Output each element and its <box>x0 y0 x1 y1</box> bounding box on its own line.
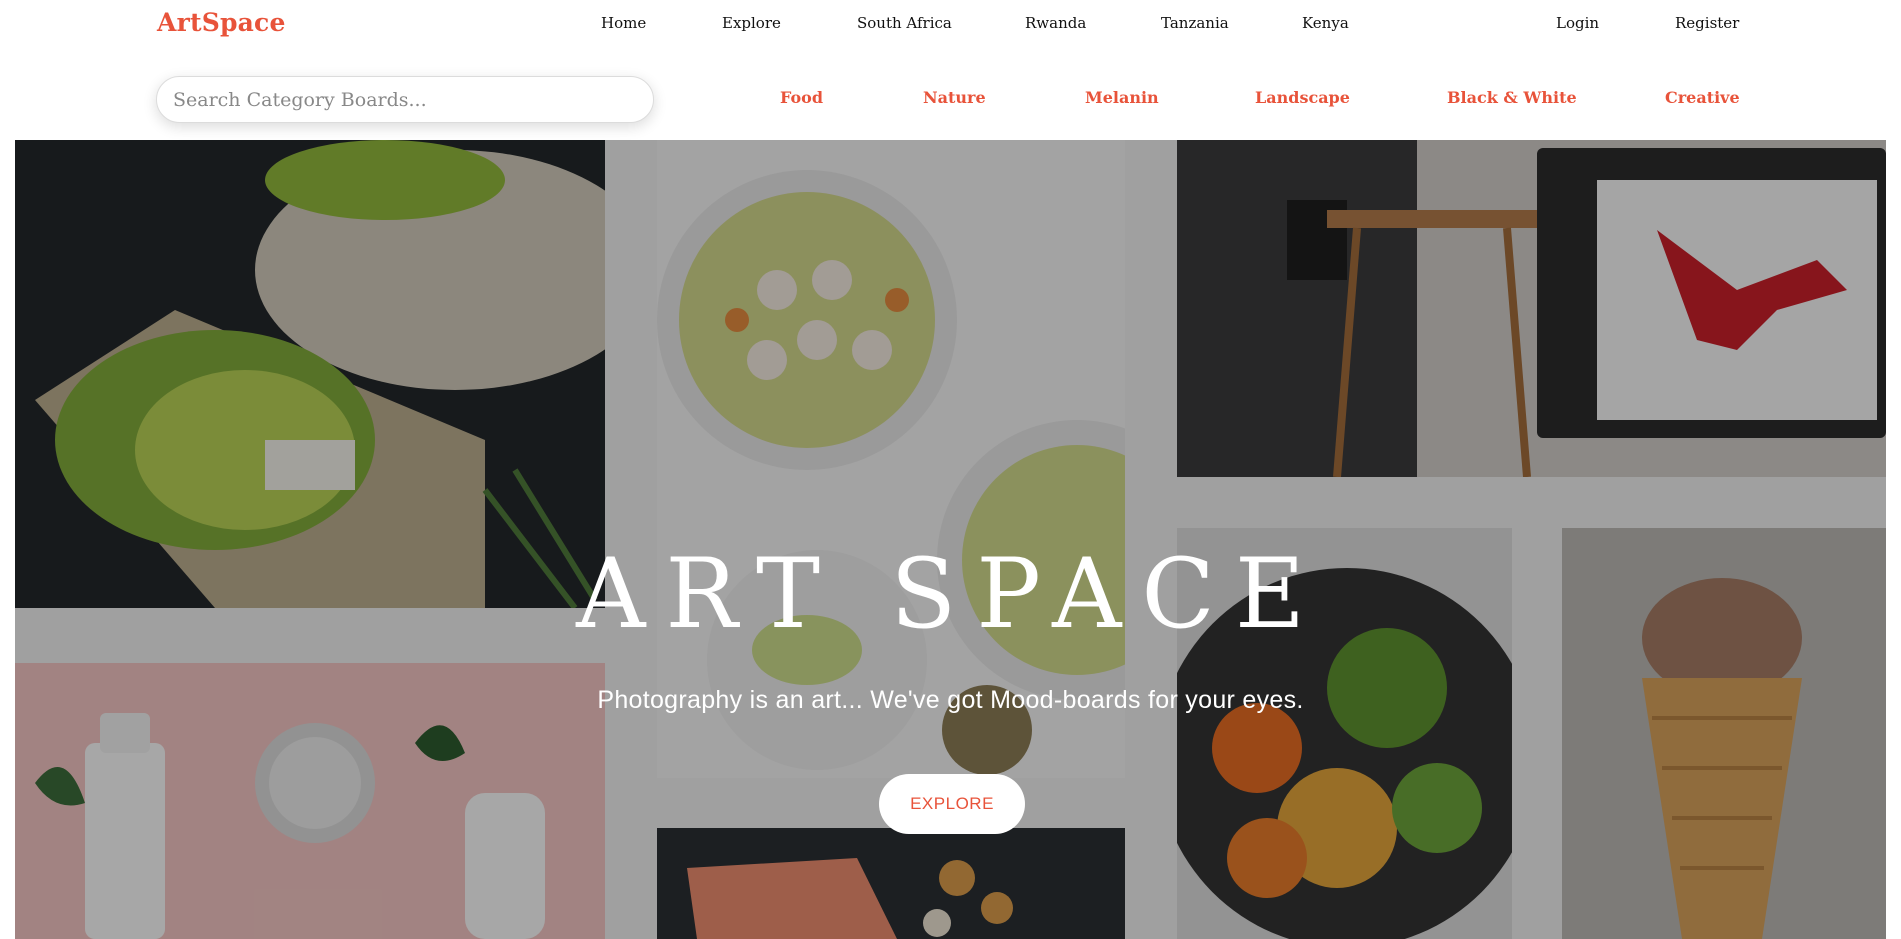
explore-button[interactable]: EXPLORE <box>879 774 1025 834</box>
category-link-nature[interactable]: Nature <box>923 88 986 107</box>
nav-link-kenya[interactable]: Kenya <box>1302 14 1349 32</box>
search-box <box>156 76 654 123</box>
category-link-melanin[interactable]: Melanin <box>1085 88 1159 107</box>
nav-link-home[interactable]: Home <box>601 14 646 32</box>
nav-link-login[interactable]: Login <box>1556 14 1599 32</box>
category-link-food[interactable]: Food <box>780 88 823 107</box>
hero-section: ART SPACE Photography is an art... We've… <box>15 140 1886 939</box>
top-nav: Home Explore South Africa Rwanda Tanzani… <box>0 14 1901 38</box>
category-link-landscape[interactable]: Landscape <box>1255 88 1350 107</box>
nav-link-explore[interactable]: Explore <box>722 14 781 32</box>
nav-link-tanzania[interactable]: Tanzania <box>1161 14 1229 32</box>
hero-subtitle: Photography is an art... We've got Mood-… <box>597 686 1304 714</box>
nav-link-south-africa[interactable]: South Africa <box>857 14 952 32</box>
nav-link-register[interactable]: Register <box>1675 14 1739 32</box>
hero-title: ART SPACE <box>576 538 1325 650</box>
nav-link-rwanda[interactable]: Rwanda <box>1025 14 1086 32</box>
category-link-creative[interactable]: Creative <box>1665 88 1740 107</box>
category-link-black-white[interactable]: Black & White <box>1447 88 1577 107</box>
search-input[interactable] <box>157 77 653 122</box>
